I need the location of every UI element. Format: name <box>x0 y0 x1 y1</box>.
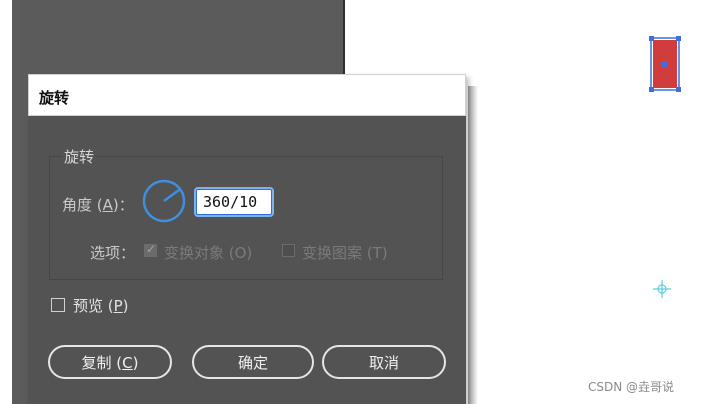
watermark: CSDN @垚哥说 <box>588 380 675 394</box>
canvas-rotated-shape[interactable] <box>648 36 682 92</box>
selection-handle[interactable] <box>649 36 654 41</box>
angle-label-hotkey: A <box>102 196 113 214</box>
preview-checkbox[interactable] <box>51 298 65 312</box>
angle-dial-icon[interactable] <box>141 178 187 224</box>
preview-label-hotkey: P <box>113 297 123 315</box>
shape-center-point <box>662 61 668 67</box>
copy-button-prefix: 复制 ( <box>81 354 123 372</box>
angle-label-suffix: )： <box>112 196 134 214</box>
preview-label: 预览 (P) <box>73 295 129 316</box>
selection-handle[interactable] <box>649 87 654 92</box>
angle-label: 角度 (A)： <box>62 194 134 215</box>
angle-label-prefix: 角度 ( <box>62 196 103 214</box>
transform-objects-checkbox[interactable] <box>144 242 157 257</box>
transform-pattern-label: 变换图案 (T) <box>302 244 388 262</box>
dialog-titlebar[interactable]: 旋转 <box>28 74 466 116</box>
rotation-origin-icon[interactable] <box>653 280 671 298</box>
rotate-dialog: 旋转 旋转 角度 (A)： 选项： 变换对象 (O) 变换图案 (T) 预览 (… <box>28 74 466 404</box>
dialog-title: 旋转 <box>39 89 70 107</box>
copy-button[interactable]: 复制 (C) <box>48 345 172 379</box>
angle-input[interactable] <box>194 187 274 217</box>
preview-label-suffix: ) <box>122 297 129 315</box>
background-panel-edge <box>343 0 345 75</box>
selection-handle[interactable] <box>676 36 681 41</box>
copy-button-suffix: ) <box>132 354 139 372</box>
transform-objects-label: 变换对象 (O) <box>164 244 253 262</box>
transform-pattern-checkbox[interactable] <box>282 244 295 257</box>
rotate-group-title: 旋转 <box>62 146 97 167</box>
ok-button[interactable]: 确定 <box>192 345 314 379</box>
preview-label-prefix: 预览 ( <box>73 297 114 315</box>
cancel-button[interactable]: 取消 <box>322 345 446 379</box>
dialog-shadow <box>468 86 478 404</box>
selection-handle[interactable] <box>676 87 681 92</box>
options-label: 选项： <box>90 244 136 262</box>
copy-button-hotkey: C <box>122 354 133 372</box>
